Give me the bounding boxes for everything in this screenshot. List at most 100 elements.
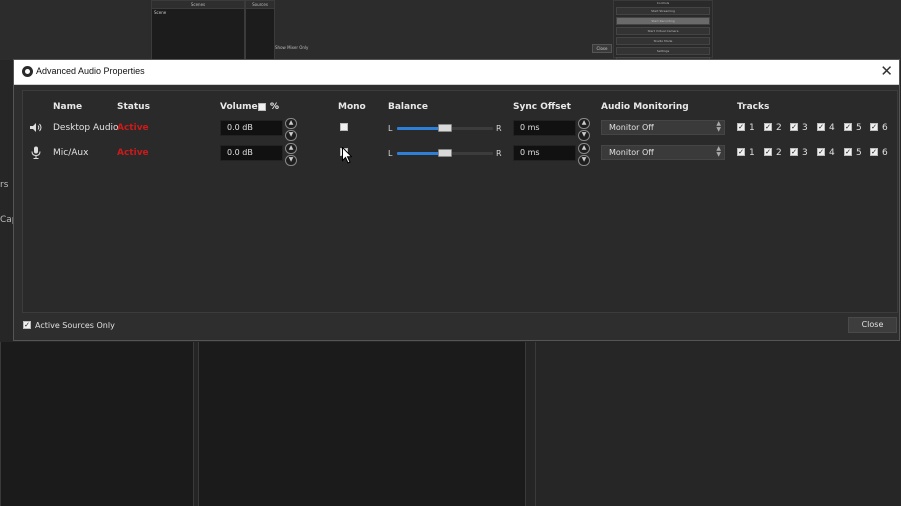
balance-slider[interactable] xyxy=(397,124,493,132)
spin-down-icon[interactable]: ▼ xyxy=(578,130,590,141)
controls-dock-title: Controls xyxy=(656,1,670,5)
balance-slider-handle[interactable] xyxy=(438,149,452,157)
combo-value: Monitor Off xyxy=(609,123,654,132)
track-1-checkbox[interactable] xyxy=(737,148,745,156)
balance-slider-handle[interactable] xyxy=(438,124,452,132)
track-label: 6 xyxy=(882,148,888,158)
sources-dock-title: Sources xyxy=(246,1,274,9)
chevron-updown-icon: ▲ ▼ xyxy=(716,145,721,158)
track-6-checkbox[interactable] xyxy=(870,123,878,131)
balance-slider[interactable] xyxy=(397,149,493,157)
combo-value: Monitor Off xyxy=(609,148,654,157)
track-label: 2 xyxy=(776,148,782,158)
active-sources-only-label: Active Sources Only xyxy=(35,321,115,330)
audio-monitoring-select[interactable]: Monitor Off ▲ ▼ xyxy=(601,120,725,135)
track-2-checkbox[interactable] xyxy=(764,148,772,156)
spin-up-icon[interactable]: ▲ xyxy=(578,143,590,154)
track-label: 6 xyxy=(882,123,888,133)
bottom-panel-middle xyxy=(198,342,526,506)
spin-down-icon[interactable]: ▼ xyxy=(285,130,297,141)
close-icon[interactable]: ✕ xyxy=(880,62,893,80)
spin-up-icon[interactable]: ▲ xyxy=(285,118,297,129)
row-status: Active xyxy=(117,123,149,133)
bottom-panel-right xyxy=(535,342,901,506)
track-label: 1 xyxy=(749,148,755,158)
header-percent: % xyxy=(270,102,280,112)
track-label: 4 xyxy=(829,148,835,158)
audio-monitoring-select[interactable]: Monitor Off ▲ ▼ xyxy=(601,145,725,160)
track-label: 2 xyxy=(776,123,782,133)
sync-spin-arrows[interactable]: ▲ ▼ xyxy=(578,143,590,166)
mouse-pointer-icon xyxy=(342,146,353,164)
track-3-checkbox[interactable] xyxy=(790,148,798,156)
spin-up-icon[interactable]: ▲ xyxy=(285,143,297,154)
track-5-checkbox[interactable] xyxy=(844,148,852,156)
active-sources-only-checkbox[interactable] xyxy=(23,321,31,329)
left-edge-text-1: rs xyxy=(0,180,9,190)
track-5-checkbox[interactable] xyxy=(844,123,852,131)
volume-spinbox[interactable]: 0.0 dB xyxy=(220,120,283,136)
track-4-checkbox[interactable] xyxy=(817,148,825,156)
advanced-audio-properties-dialog: Advanced Audio Properties ✕ Name Status … xyxy=(13,59,900,341)
dialog-titlebar: Advanced Audio Properties ✕ xyxy=(14,60,899,85)
preview-caption[interactable]: Show Mixer Only xyxy=(275,45,308,50)
track-label: 5 xyxy=(856,148,862,158)
balance-right-label: R xyxy=(496,149,502,158)
header-balance: Balance xyxy=(388,102,428,112)
dialog-title: Advanced Audio Properties xyxy=(36,66,145,76)
mono-checkbox[interactable] xyxy=(340,123,348,131)
volume-spinbox[interactable]: 0.0 dB xyxy=(220,145,283,161)
balance-left-label: L xyxy=(388,149,393,158)
track-4-checkbox[interactable] xyxy=(817,123,825,131)
header-name: Name xyxy=(53,102,83,112)
start-recording-button[interactable]: Start Recording xyxy=(616,17,710,25)
track-label: 5 xyxy=(856,123,862,133)
studio-mode-button[interactable]: Studio Mode xyxy=(616,37,710,45)
header-audio-monitoring: Audio Monitoring xyxy=(601,102,689,112)
balance-right-label: R xyxy=(496,124,502,133)
header-mono: Mono xyxy=(338,102,366,112)
spin-down-icon[interactable]: ▼ xyxy=(285,155,297,166)
row-name: Desktop Audio xyxy=(53,123,119,133)
row-name: Mic/Aux xyxy=(53,148,89,158)
close-button[interactable]: Close xyxy=(848,317,897,333)
track-label: 1 xyxy=(749,123,755,133)
spin-up-icon[interactable]: ▲ xyxy=(578,118,590,129)
scenes-dock-title: Scenes xyxy=(152,1,244,9)
microphone-icon xyxy=(31,146,41,162)
volume-percent-checkbox[interactable] xyxy=(258,103,266,111)
track-2-checkbox[interactable] xyxy=(764,123,772,131)
controls-dock: Controls Start Streaming Start Recording… xyxy=(613,0,713,65)
bottom-panel-left xyxy=(0,342,194,506)
volume-spin-arrows[interactable]: ▲ ▼ xyxy=(285,118,297,141)
row-status: Active xyxy=(117,148,149,158)
bg-small-button[interactable]: Close xyxy=(592,44,612,53)
obs-logo-icon xyxy=(22,66,33,77)
settings-button[interactable]: Settings xyxy=(616,47,710,55)
track-label: 3 xyxy=(802,148,808,158)
header-tracks: Tracks xyxy=(737,102,770,112)
volume-spin-arrows[interactable]: ▲ ▼ xyxy=(285,143,297,166)
spin-down-icon[interactable]: ▼ xyxy=(578,155,590,166)
track-label: 3 xyxy=(802,123,808,133)
balance-left-label: L xyxy=(388,124,393,133)
track-label: 4 xyxy=(829,123,835,133)
audio-sources-table: Name Status Volume % Mono Balance Sync O… xyxy=(22,90,898,313)
scenes-dock: Scenes Scene xyxy=(151,0,245,60)
track-1-checkbox[interactable] xyxy=(737,123,745,131)
track-6-checkbox[interactable] xyxy=(870,148,878,156)
header-status: Status xyxy=(117,102,150,112)
speaker-icon xyxy=(29,122,42,136)
sync-spin-arrows[interactable]: ▲ ▼ xyxy=(578,118,590,141)
sources-dock: Sources xyxy=(245,0,275,60)
sync-offset-spinbox[interactable]: 0 ms xyxy=(513,120,576,136)
obs-main-window-top xyxy=(0,0,901,60)
chevron-updown-icon: ▲ ▼ xyxy=(716,120,721,133)
scene-item[interactable]: Scene xyxy=(152,9,244,16)
track-3-checkbox[interactable] xyxy=(790,123,798,131)
virtual-camera-button[interactable]: Start Virtual Camera xyxy=(616,27,710,35)
header-volume: Volume xyxy=(220,102,258,112)
sync-offset-spinbox[interactable]: 0 ms xyxy=(513,145,576,161)
header-sync-offset: Sync Offset xyxy=(513,102,571,112)
start-streaming-button[interactable]: Start Streaming xyxy=(616,7,710,15)
